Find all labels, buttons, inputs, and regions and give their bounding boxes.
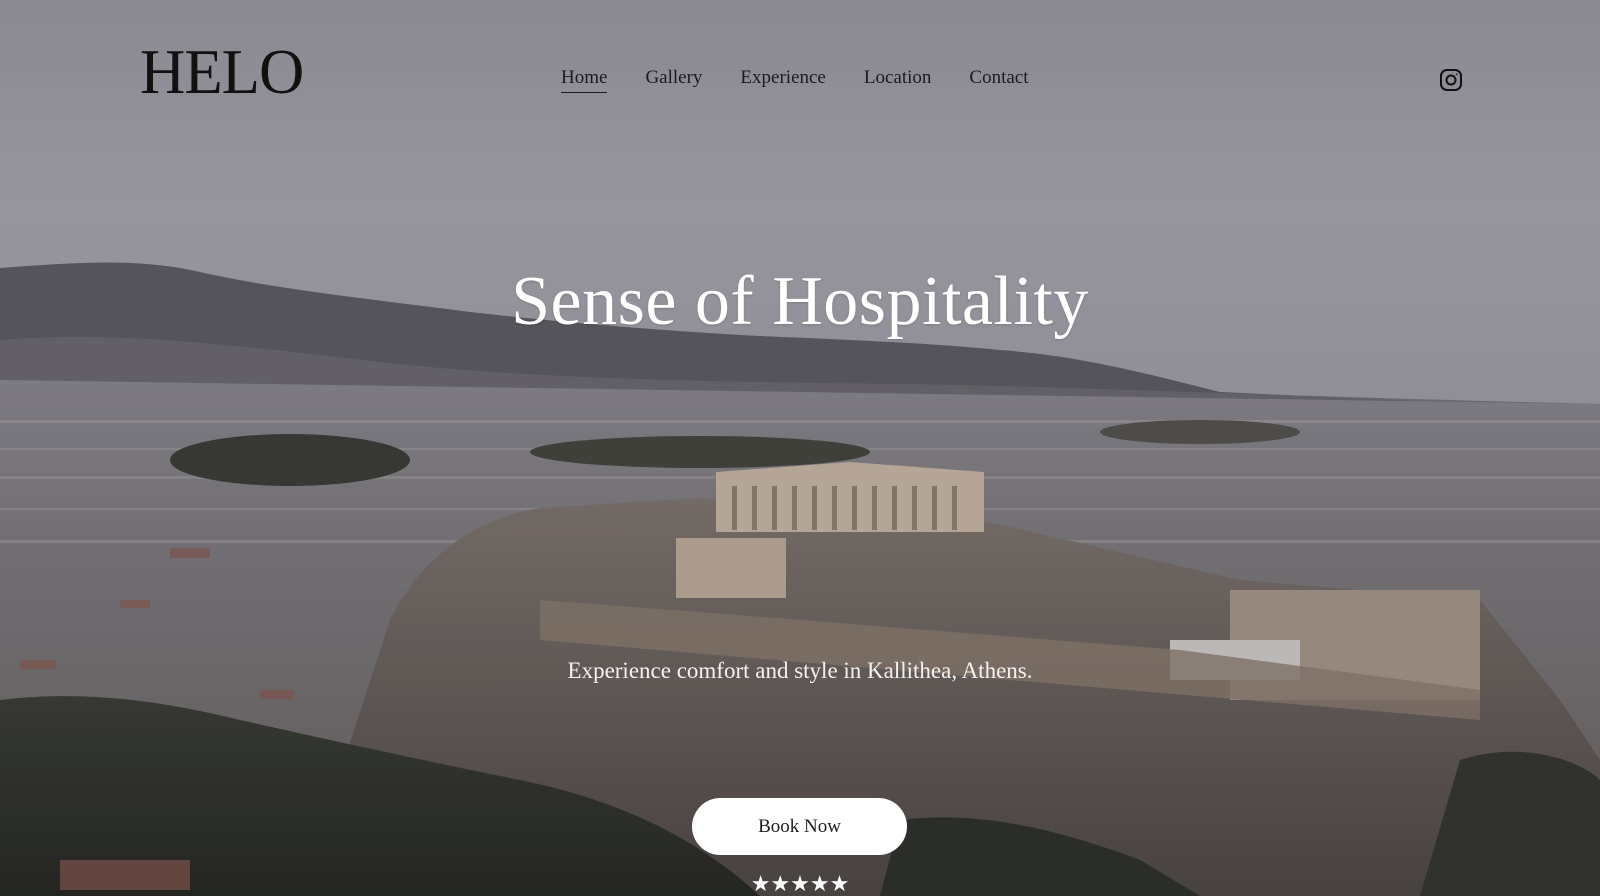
nav-item-location[interactable]: Location (864, 67, 932, 93)
rating-stars: ★★★★★ (750, 872, 850, 896)
nav-item-contact[interactable]: Contact (969, 67, 1028, 93)
brand-logo[interactable]: HELO (140, 40, 304, 104)
hero-section: HELO Home Gallery Experience Location Co… (0, 0, 1600, 896)
instagram-icon[interactable] (1439, 68, 1463, 92)
hero-title: Sense of Hospitality (511, 263, 1089, 340)
hero-overlay (0, 0, 1600, 896)
nav-item-experience[interactable]: Experience (740, 67, 825, 93)
nav-item-gallery[interactable]: Gallery (645, 67, 702, 93)
hero-subtitle: Experience comfort and style in Kallithe… (567, 658, 1033, 683)
book-now-button[interactable]: Book Now (692, 798, 907, 855)
main-nav: Home Gallery Experience Location Contact (561, 67, 1029, 93)
nav-item-home[interactable]: Home (561, 67, 608, 93)
